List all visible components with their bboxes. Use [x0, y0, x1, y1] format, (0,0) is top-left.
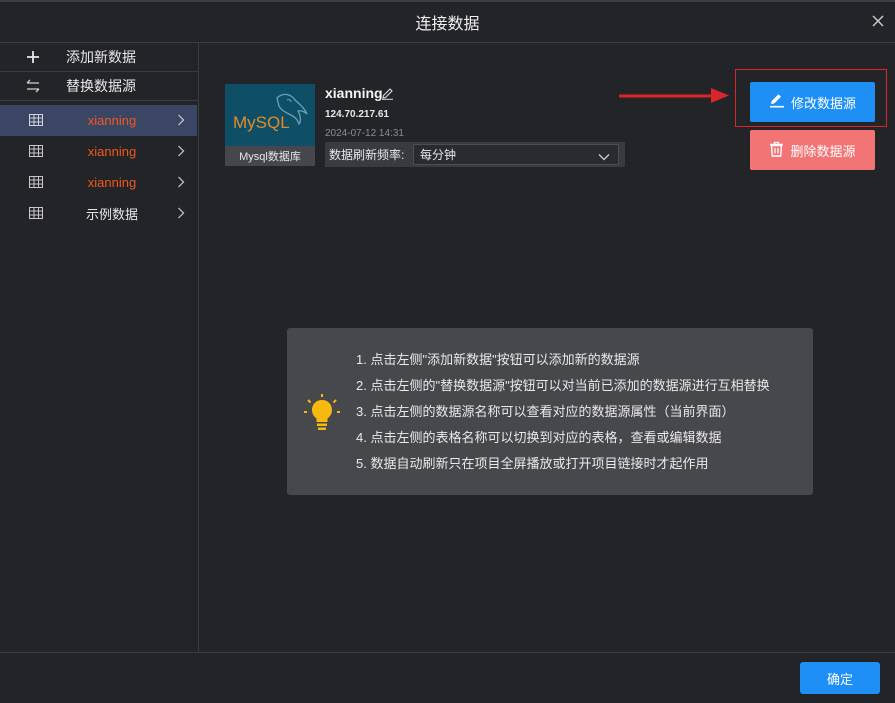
refresh-frequency-row: 数据刷新频率: 每分钟 — [325, 142, 625, 167]
chevron-down-icon — [598, 150, 610, 164]
sidebar-item-sample-data[interactable]: 示例数据 — [0, 198, 198, 229]
lightbulb-icon — [303, 392, 341, 437]
main-panel: MySQL Mysql数据库 xianning 124.70.217.61 20… — [200, 43, 895, 652]
close-icon[interactable] — [871, 14, 887, 30]
confirm-button[interactable]: 确定 — [800, 662, 880, 694]
add-data-label: 添加新数据 — [66, 49, 136, 65]
mysql-logo-image: MySQL — [225, 84, 315, 146]
sidebar-item-label: xianning — [87, 175, 137, 190]
tip-item: 4. 点击左侧的表格名称可以切换到对应的表格，查看或编辑数据 — [356, 430, 722, 445]
plus-icon — [0, 50, 66, 64]
refresh-frequency-value: 每分钟 — [420, 148, 457, 162]
swap-icon — [0, 79, 66, 93]
chevron-right-icon — [177, 145, 185, 160]
sidebar-item-datasource[interactable]: xianning — [0, 167, 198, 198]
tip-item: 3. 点击左侧的数据源名称可以查看对应的数据源属性（当前界面） — [356, 404, 735, 419]
replace-datasource-button[interactable]: 替换数据源 — [0, 72, 198, 101]
chevron-right-icon — [177, 114, 185, 129]
edit-icon — [769, 93, 785, 111]
sidebar-item-datasource[interactable]: xianning — [0, 105, 197, 136]
refresh-frequency-select[interactable]: 每分钟 — [413, 144, 619, 165]
mysql-logo: MySQL Mysql数据库 — [225, 84, 315, 166]
dialog-titlebar: 连接数据 — [0, 0, 895, 43]
annotation-arrow — [619, 88, 729, 103]
edit-name-icon[interactable] — [381, 87, 394, 105]
delete-datasource-label: 删除数据源 — [790, 143, 856, 159]
chevron-right-icon — [177, 207, 185, 222]
datasource-ip: 124.70.217.61 — [325, 109, 389, 120]
mysql-logo-text: MySQL — [233, 113, 290, 132]
logo-caption: Mysql数据库 — [225, 146, 315, 166]
add-data-button[interactable]: 添加新数据 — [0, 43, 198, 72]
dialog-footer: 确定 — [0, 652, 895, 703]
sidebar-item-label: 示例数据 — [85, 207, 138, 222]
tips-list: 1. 点击左侧"添加新数据"按钮可以添加新的数据源 2. 点击左侧的"替换数据源… — [356, 350, 770, 480]
delete-datasource-button[interactable]: 删除数据源 — [750, 130, 875, 170]
sidebar-item-label: xianning — [87, 144, 137, 159]
tip-item: 5. 数据自动刷新只在项目全屏播放或打开项目链接时才起作用 — [356, 456, 709, 471]
sidebar-item-label: xianning — [87, 113, 137, 128]
dialog-title: 连接数据 — [415, 16, 480, 33]
connect-data-dialog: 连接数据 添加新数据 替换数据源 xianning xianning xiann… — [0, 0, 895, 703]
chevron-right-icon — [177, 176, 185, 191]
edit-datasource-button[interactable]: 修改数据源 — [750, 82, 875, 122]
trash-icon — [769, 141, 784, 160]
replace-datasource-label: 替换数据源 — [66, 78, 136, 94]
datasource-name: xianning — [325, 85, 383, 101]
edit-datasource-label: 修改数据源 — [790, 95, 856, 111]
tip-item: 2. 点击左侧的"替换数据源"按钮可以对当前已添加的数据源进行互相替换 — [356, 378, 770, 393]
tip-item: 1. 点击左侧"添加新数据"按钮可以添加新的数据源 — [356, 352, 640, 367]
sidebar: 添加新数据 替换数据源 xianning xianning xianning 示… — [0, 43, 199, 652]
sidebar-item-datasource[interactable]: xianning — [0, 136, 198, 167]
refresh-frequency-label: 数据刷新频率: — [329, 148, 405, 162]
tips-panel: 1. 点击左侧"添加新数据"按钮可以添加新的数据源 2. 点击左侧的"替换数据源… — [287, 328, 813, 495]
datasource-date: 2024-07-12 14:31 — [325, 128, 404, 139]
